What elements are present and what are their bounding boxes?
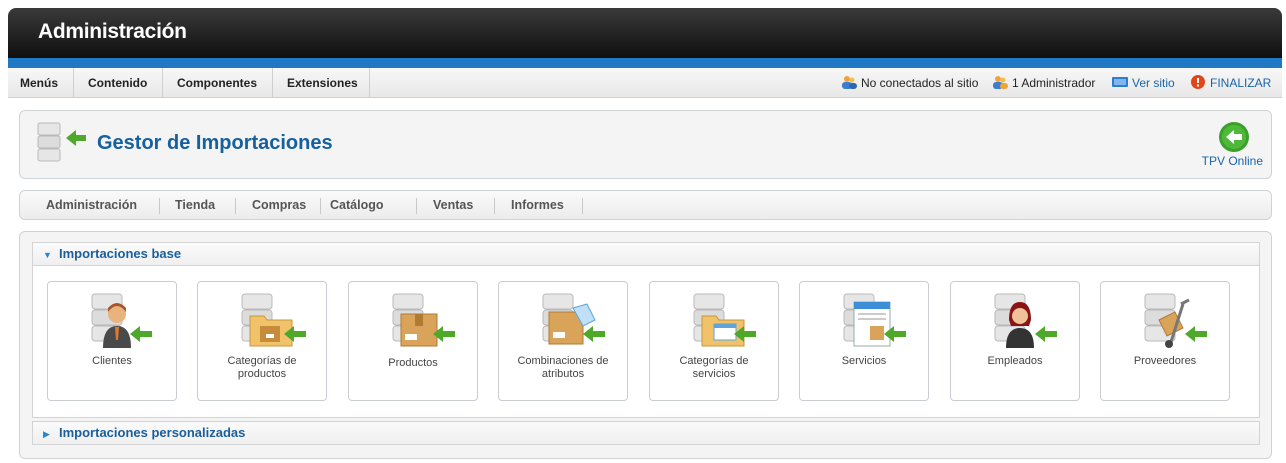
menu-contenido[interactable]: Contenido — [74, 68, 163, 98]
view-site-link[interactable]: Ver sitio — [1112, 68, 1175, 98]
title-bar: Administración — [8, 8, 1282, 58]
subnav-informes[interactable]: Informes — [511, 191, 564, 219]
tile-productos[interactable]: Productos — [348, 281, 478, 401]
back-arrow-icon[interactable] — [1218, 121, 1250, 153]
menu-bar: Menús Contenido Componentes Extensiones … — [8, 68, 1282, 98]
separator — [159, 198, 160, 214]
admin-users-icon — [993, 76, 1008, 89]
status-offline: No conectados al sitio — [841, 68, 978, 98]
page-title: Gestor de Importaciones — [97, 132, 333, 154]
accent-stripe — [8, 58, 1282, 68]
handtruck-icon — [1144, 293, 1207, 348]
browser-icon — [843, 293, 906, 347]
menu-menus[interactable]: Menús — [8, 68, 74, 98]
alert-icon — [1191, 75, 1205, 89]
tile-label: Categorías de productos — [227, 355, 297, 380]
box-icon — [392, 293, 455, 347]
separator — [235, 198, 236, 214]
tile-label: Productos — [388, 357, 438, 369]
menu-extensiones[interactable]: Extensiones — [273, 68, 370, 98]
tile-label: Proveedores — [1133, 355, 1197, 367]
tile-proveedores[interactable]: Proveedores — [1100, 281, 1230, 401]
tile-servicios[interactable]: Servicios — [799, 281, 929, 401]
chevron-right-icon: ▶ — [43, 429, 50, 439]
separator — [582, 198, 583, 214]
page-header: Gestor de Importaciones TPV Online — [19, 110, 1272, 179]
person-icon — [91, 293, 152, 348]
logout-link[interactable]: FINALIZAR — [1190, 68, 1271, 98]
section-header-base[interactable]: ▼ Importaciones base — [32, 242, 1260, 266]
employee-icon — [994, 293, 1057, 348]
tile-categorias-productos[interactable]: Categorías de productos — [197, 281, 327, 401]
tpv-online-link[interactable]: TPV Online — [1202, 154, 1263, 168]
separator — [416, 198, 417, 214]
subnav-administracion[interactable]: Administración — [46, 191, 137, 219]
section-header-custom[interactable]: ▶ Importaciones personalizadas — [32, 421, 1260, 445]
monitor-icon — [1112, 77, 1128, 87]
tile-label: Categorías de servicios — [679, 355, 749, 380]
tile-categorias-servicios[interactable]: Categorías de servicios — [649, 281, 779, 401]
status-admins: 1 Administrador — [992, 68, 1095, 98]
sub-navigation: Administración Tienda Compras Catálogo V… — [19, 190, 1272, 220]
subnav-catalogo[interactable]: Catálogo — [330, 191, 383, 219]
separator — [320, 198, 321, 214]
tile-label: Combinaciones de atributos — [517, 355, 609, 380]
tile-combinaciones[interactable]: Combinaciones de atributos — [498, 281, 628, 401]
tile-label: Empleados — [987, 355, 1043, 367]
chevron-down-icon: ▼ — [43, 250, 52, 260]
users-icon — [842, 76, 857, 89]
subnav-tienda[interactable]: Tienda — [175, 191, 215, 219]
app-title: Administración — [38, 20, 187, 43]
tile-label: Clientes — [92, 355, 132, 367]
tile-clientes[interactable]: Clientes — [47, 281, 177, 401]
import-manager-icon — [37, 122, 86, 162]
subnav-compras[interactable]: Compras — [252, 191, 306, 219]
box-tag-icon — [542, 293, 605, 345]
menu-componentes[interactable]: Componentes — [163, 68, 273, 98]
folder-window-icon — [693, 293, 756, 347]
folder-box-icon — [241, 293, 306, 347]
tile-empleados[interactable]: Empleados — [950, 281, 1080, 401]
separator — [494, 198, 495, 214]
tile-label: Servicios — [841, 355, 887, 367]
subnav-ventas[interactable]: Ventas — [433, 191, 473, 219]
